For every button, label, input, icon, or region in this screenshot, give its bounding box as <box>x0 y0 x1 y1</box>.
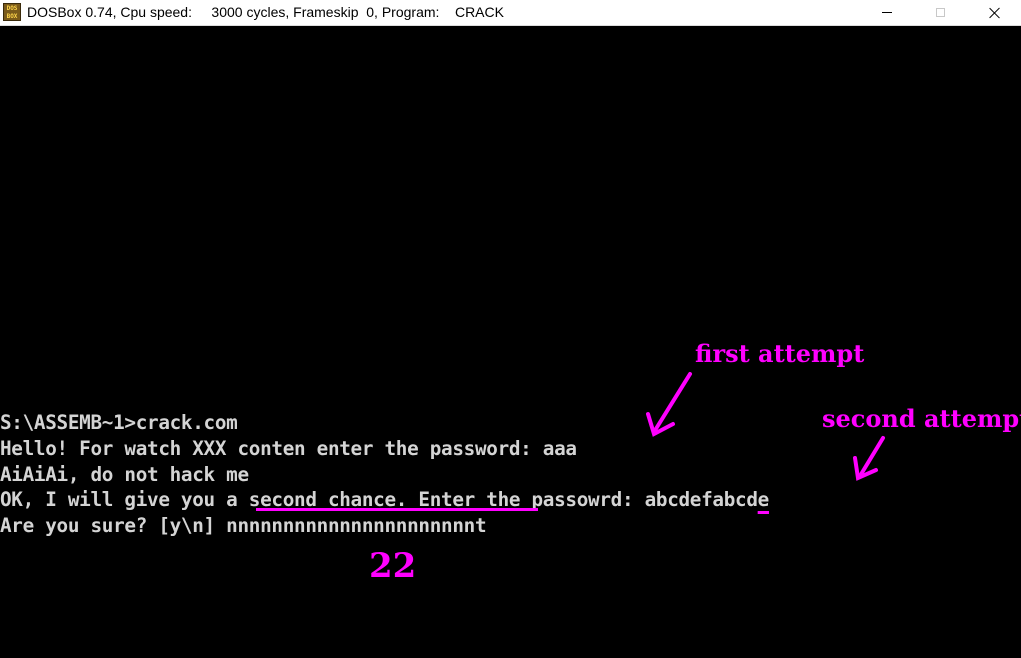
annotation-arrows <box>646 372 885 481</box>
